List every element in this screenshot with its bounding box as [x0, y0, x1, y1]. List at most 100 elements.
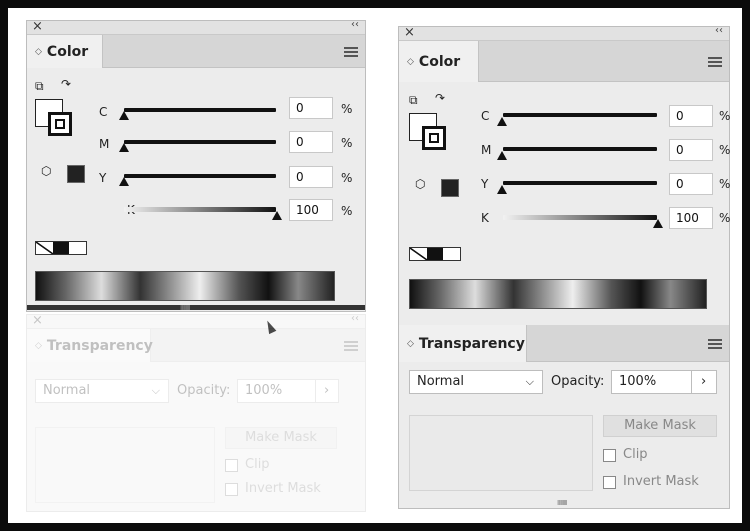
opacity-field[interactable]: 100% — [237, 379, 317, 403]
slider-m[interactable] — [124, 140, 276, 144]
invert-mask-checkbox[interactable] — [603, 476, 616, 489]
close-icon[interactable]: × — [32, 313, 43, 328]
hamburger-menu-icon[interactable] — [708, 337, 722, 351]
slider-thumb-k[interactable] — [272, 211, 282, 220]
value-field-k[interactable]: 100 — [289, 199, 333, 221]
value-field-m[interactable]: 0 — [289, 131, 333, 153]
clip-checkbox[interactable] — [225, 459, 238, 472]
gamut-swatch[interactable] — [67, 165, 85, 183]
fill-stroke-swatch[interactable] — [409, 113, 449, 153]
slider-thumb-m[interactable] — [119, 143, 129, 152]
collapse-icon[interactable]: ‹‹ — [715, 25, 723, 36]
resize-grip[interactable]: IIIIIIIII — [180, 304, 191, 312]
transparency-tab-row: ◇ Transparency — [399, 325, 729, 362]
tab-color[interactable]: ◇ Color — [27, 35, 103, 68]
tab-color[interactable]: ◇ Color — [399, 41, 479, 82]
slider-thumb-c[interactable] — [497, 117, 507, 126]
out-of-gamut-cube-icon[interactable]: ⬡ — [415, 177, 425, 191]
fill-stroke-swatch[interactable] — [35, 99, 75, 139]
slider-k[interactable] — [503, 215, 657, 220]
screenshot-canvas: × ‹‹ ◇ Color ⧉ ↷ ⬡ C 0 % M 0 % Y 0 % 100… — [8, 8, 742, 523]
value-field-m[interactable]: 0 — [669, 139, 713, 161]
slider-c[interactable] — [124, 108, 276, 112]
panel-titlebar: × ‹‹ — [27, 19, 365, 35]
value-field-c[interactable]: 0 — [289, 97, 333, 119]
hamburger-menu-icon[interactable] — [708, 55, 722, 69]
make-mask-button[interactable]: Make Mask — [603, 415, 717, 437]
resize-grip[interactable]: IIIIIIIII — [557, 499, 568, 507]
swap-fill-stroke-icon[interactable]: ↷ — [435, 91, 445, 105]
collapse-icon[interactable]: ‹‹ — [351, 313, 359, 324]
opacity-popup-button[interactable]: › — [691, 370, 717, 394]
default-fill-stroke-icon[interactable]: ⧉ — [35, 79, 44, 94]
slider-y[interactable] — [503, 181, 657, 185]
none-black-white-swatches[interactable] — [409, 247, 461, 261]
black-swatch[interactable] — [426, 248, 444, 260]
slider-thumb-c[interactable] — [119, 111, 129, 120]
default-fill-stroke-icon[interactable]: ⧉ — [409, 93, 418, 108]
hamburger-menu-icon[interactable] — [344, 45, 358, 59]
slider-c[interactable] — [503, 113, 657, 117]
hamburger-menu-icon[interactable] — [344, 339, 358, 353]
opacity-field[interactable]: 100% — [611, 370, 693, 394]
none-swatch[interactable] — [36, 242, 53, 254]
invert-mask-checkbox[interactable] — [225, 483, 238, 496]
tab-label: Color — [418, 53, 461, 70]
value-field-y[interactable]: 0 — [669, 173, 713, 195]
slider-thumb-k[interactable] — [653, 219, 663, 228]
blend-mode-value: Normal — [43, 383, 91, 398]
left-transparency-panel: × ‹‹ ◇ Transparency Normal ⌵ Opacity: 10… — [26, 313, 366, 512]
color-spectrum[interactable] — [35, 271, 335, 301]
slider-thumb-y[interactable] — [497, 185, 507, 194]
channel-label-m: M — [481, 143, 492, 157]
slider-thumb-m[interactable] — [497, 151, 507, 160]
unit-m: % — [341, 136, 353, 150]
white-swatch[interactable] — [443, 248, 461, 260]
blend-mode-dropdown[interactable]: Normal ⌵ — [409, 370, 543, 394]
tab-label: Transparency — [418, 335, 525, 352]
slider-k[interactable] — [124, 207, 276, 212]
tab-toggle-icon[interactable]: ◇ — [35, 341, 42, 351]
stroke-swatch[interactable] — [48, 112, 72, 136]
out-of-gamut-cube-icon[interactable]: ⬡ — [41, 164, 51, 178]
object-thumbnail — [35, 427, 215, 503]
white-swatch[interactable] — [69, 242, 87, 254]
value-field-k[interactable]: 100 — [669, 207, 713, 229]
clip-checkbox[interactable] — [603, 449, 616, 462]
none-black-white-swatches[interactable] — [35, 241, 87, 255]
tab-transparency[interactable]: ◇ Transparency — [27, 329, 153, 362]
value-field-y[interactable]: 0 — [289, 166, 333, 188]
slider-thumb-y[interactable] — [119, 177, 129, 186]
opacity-popup-button[interactable]: › — [315, 379, 339, 403]
tab-toggle-icon[interactable]: ◇ — [407, 57, 414, 67]
channel-label-y: Y — [99, 171, 107, 185]
tab-toggle-icon[interactable]: ◇ — [407, 339, 414, 349]
slider-m[interactable] — [503, 147, 657, 151]
close-icon[interactable]: × — [404, 25, 415, 40]
slider-y[interactable] — [124, 174, 276, 178]
unit-k: % — [341, 204, 353, 218]
clip-label: Clip — [245, 457, 270, 472]
value-field-c[interactable]: 0 — [669, 105, 713, 127]
unit-y: % — [719, 177, 731, 191]
panel-titlebar: × ‹‹ — [27, 313, 365, 329]
unit-k: % — [719, 211, 731, 225]
swap-fill-stroke-icon[interactable]: ↷ — [61, 77, 71, 91]
tab-row: ◇ Color — [399, 41, 729, 82]
tab-transparency[interactable]: ◇ Transparency — [399, 325, 527, 362]
channel-label-c: C — [481, 109, 490, 123]
stroke-swatch[interactable] — [422, 126, 446, 150]
none-swatch[interactable] — [410, 248, 427, 260]
clip-label: Clip — [623, 447, 648, 462]
chevron-down-icon: ⌵ — [525, 375, 534, 388]
blend-mode-dropdown[interactable]: Normal ⌵ — [35, 379, 169, 403]
black-swatch[interactable] — [52, 242, 70, 254]
collapse-icon[interactable]: ‹‹ — [351, 19, 359, 30]
opacity-label: Opacity: — [551, 374, 605, 389]
make-mask-button[interactable]: Make Mask — [225, 427, 337, 449]
gamut-swatch[interactable] — [441, 179, 459, 197]
color-spectrum[interactable] — [409, 279, 707, 309]
close-icon[interactable]: × — [32, 19, 43, 34]
tab-toggle-icon[interactable]: ◇ — [35, 47, 42, 57]
unit-c: % — [719, 109, 731, 123]
